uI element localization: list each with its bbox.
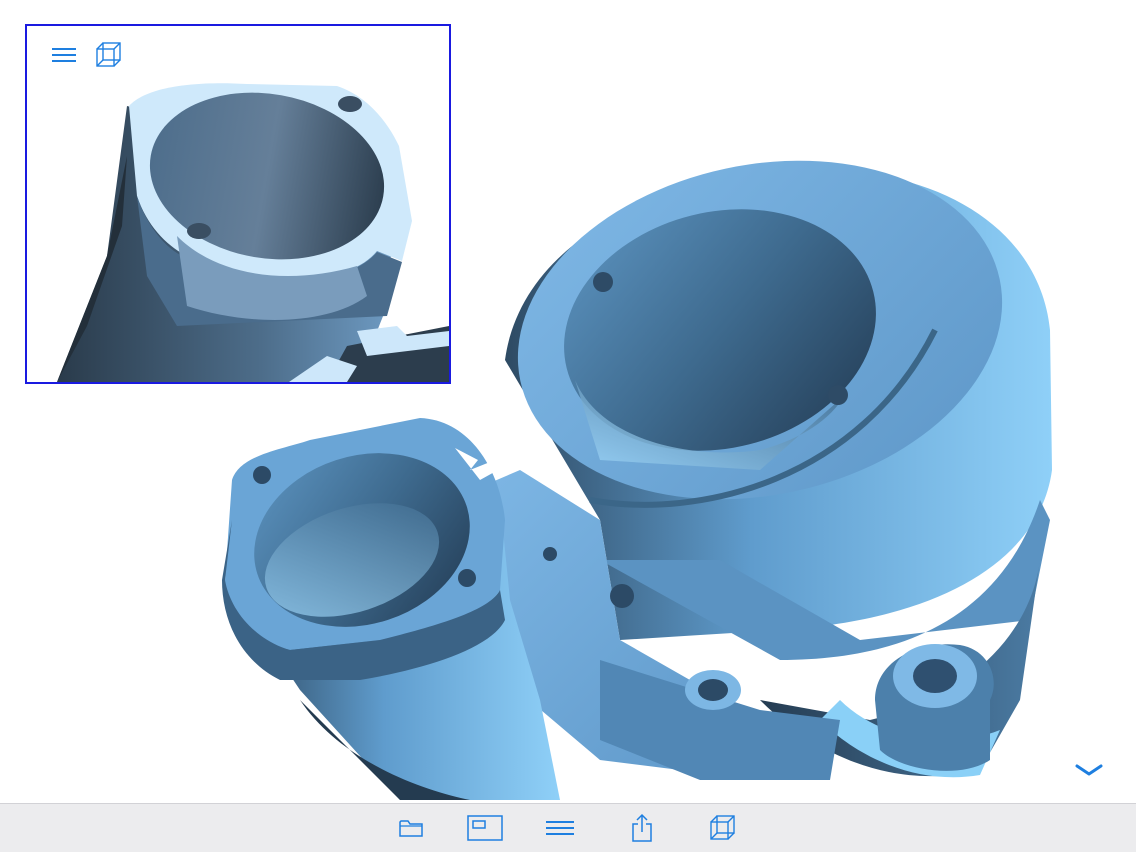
menu-icon <box>546 821 574 835</box>
menu-icon <box>52 48 76 62</box>
view-panel-icon <box>467 815 503 841</box>
wireframe-cube-icon <box>96 42 121 67</box>
collapse-button[interactable] <box>1072 756 1106 784</box>
wireframe-cube-icon <box>710 815 735 840</box>
chevron-down-icon <box>1075 764 1103 776</box>
bottom-toolbar <box>0 803 1136 852</box>
inset-menu-button[interactable] <box>49 40 79 70</box>
view-mode-button[interactable] <box>466 812 504 844</box>
folder-icon <box>399 820 423 837</box>
inset-cube-button[interactable] <box>94 40 124 70</box>
open-file-button[interactable] <box>394 812 428 844</box>
inset-3d-model[interactable] <box>27 26 449 382</box>
share-icon <box>632 813 652 842</box>
inset-view[interactable] <box>25 24 451 384</box>
wireframe-view-button[interactable] <box>706 812 740 844</box>
share-button[interactable] <box>625 812 659 844</box>
menu-button[interactable] <box>543 812 577 844</box>
3d-viewport[interactable] <box>0 0 1136 803</box>
